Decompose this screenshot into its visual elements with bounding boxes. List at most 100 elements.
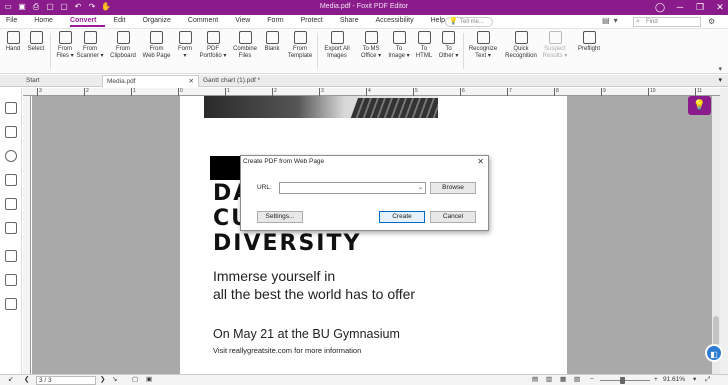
view-mode-icon[interactable]: ▧ — [574, 375, 580, 385]
menu-protect[interactable]: Protect — [301, 17, 332, 27]
close-icon[interactable]: ✕ — [477, 157, 484, 166]
blank-button[interactable]: Blank — [261, 31, 283, 53]
event-text: On May 21 at the BU Gymnasium — [213, 327, 400, 341]
hand-button[interactable]: Hand — [5, 31, 21, 53]
zoom-dropdown-icon[interactable]: ▾ — [693, 375, 696, 385]
layers-icon[interactable] — [5, 174, 17, 186]
to-html-button[interactable]: To HTML — [413, 31, 435, 60]
close-tab-icon[interactable]: ✕ — [189, 76, 194, 88]
tagline-line-2: all the best the world has to offer — [213, 286, 416, 302]
menu-share[interactable]: Share — [340, 17, 368, 27]
zoom-slider-knob[interactable] — [620, 377, 625, 384]
zoom-level[interactable]: 91.61% — [663, 375, 685, 385]
ribbon-button-label: To — [420, 46, 428, 52]
to-other-icon — [442, 31, 455, 44]
menu-file[interactable]: File — [6, 17, 26, 27]
chevron-down-icon[interactable]: ⌄ — [418, 183, 423, 193]
last-page-icon[interactable]: ↘ — [112, 375, 117, 385]
destinations-icon[interactable] — [5, 250, 17, 262]
menu-edit[interactable]: Edit — [113, 17, 134, 27]
assistant-lightbulb-icon[interactable]: 💡 — [688, 96, 711, 115]
restore-icon[interactable]: ❐ — [694, 1, 706, 13]
fullscreen-icon[interactable]: ⤢ — [705, 375, 710, 385]
single-page-icon[interactable]: ▢ — [132, 375, 138, 385]
view-mode-icon[interactable]: ▦ — [560, 375, 566, 385]
find-placeholder: Find — [646, 19, 658, 25]
vertical-scrollbar[interactable] — [712, 96, 720, 374]
to-other-button[interactable]: To Other ▾ — [436, 31, 461, 60]
suspect-results-button[interactable]: Suspect Results ▾ — [540, 31, 570, 60]
form-button[interactable]: Form ▾ — [175, 31, 195, 60]
to-image-button[interactable]: To Image ▾ — [386, 31, 412, 60]
hand-icon — [6, 31, 20, 44]
to-ms-office-button[interactable]: To MS Office ▾ — [358, 31, 384, 60]
pdf-page[interactable]: DA CU DIVERSITY Immerse yourself in all … — [180, 96, 567, 374]
cancel-button[interactable]: Cancel — [430, 211, 476, 223]
layout-icon[interactable]: ▤ — [602, 16, 610, 25]
view-mode-icon[interactable]: ▤ — [532, 375, 538, 385]
tags-icon[interactable] — [5, 298, 17, 310]
tab-gantt-chart[interactable]: Gantt chart (1).pdf * — [199, 75, 289, 87]
export-all-images-button[interactable]: Export All Images — [320, 31, 354, 60]
ribbon-button-label: To MS — [362, 46, 380, 52]
settings-button[interactable]: Settings... — [257, 211, 303, 223]
zoom-out-icon[interactable]: − — [590, 375, 594, 385]
url-input[interactable]: ⌄ — [279, 182, 426, 194]
left-navigation-panel — [0, 88, 22, 374]
gear-icon[interactable]: ⚙ — [708, 17, 715, 26]
right-rail — [720, 88, 728, 374]
from-files-button[interactable]: From Files ▾ — [54, 31, 76, 60]
dialog-title: Create PDF from Web Page — [243, 158, 325, 165]
black-block — [210, 156, 244, 180]
first-page-icon[interactable]: ↙ — [8, 375, 13, 385]
chevron-down-icon[interactable]: ▾ — [614, 16, 618, 25]
pages-icon[interactable] — [5, 126, 17, 138]
chat-icon[interactable]: ◧ — [705, 344, 723, 362]
from-template-button[interactable]: From Template — [285, 31, 315, 60]
two-page-icon[interactable]: ▣ — [146, 375, 152, 385]
recognize-text-button[interactable]: Recognize Text ▾ — [466, 31, 500, 60]
page-number-input[interactable]: 3 / 3 — [36, 376, 96, 385]
find-input[interactable]: ⌕ Find — [633, 17, 701, 27]
from-clipboard-button[interactable]: From Clipboard — [108, 31, 138, 60]
document-canvas[interactable]: DA CU DIVERSITY Immerse yourself in all … — [32, 96, 712, 374]
quick-recognition-button[interactable]: Quick Recognition — [502, 31, 540, 60]
menu-right-tools: ▤ ▾ — [602, 16, 618, 25]
select-button[interactable]: Select — [25, 31, 47, 53]
user-icon[interactable]: ◯ — [654, 1, 666, 13]
next-page-icon[interactable]: ❯ — [100, 375, 105, 385]
menu-home[interactable]: Home — [34, 17, 62, 27]
pdf-portfolio-button[interactable]: PDF Portfolio ▾ — [197, 31, 229, 60]
zoom-slider[interactable] — [600, 380, 650, 381]
from-web-page-button[interactable]: From Web Page — [140, 31, 173, 60]
tabs-dropdown-icon[interactable]: ▾ — [718, 75, 722, 87]
menu-form[interactable]: Form — [267, 17, 292, 27]
signature-icon[interactable] — [5, 222, 17, 234]
menu-comment[interactable]: Comment — [188, 17, 227, 27]
close-icon[interactable]: ✕ — [714, 1, 726, 13]
from-scanner-button[interactable]: From Scanner ▾ — [76, 31, 104, 60]
scrollbar-thumb[interactable] — [713, 316, 719, 346]
tab-start[interactable]: Start — [22, 75, 102, 87]
ribbon-button-label: Hand — [5, 46, 21, 52]
menu-convert[interactable]: Convert — [69, 17, 106, 27]
menu-organize[interactable]: Organize — [142, 17, 179, 27]
create-button[interactable]: Create — [379, 211, 425, 223]
ribbon-separator — [50, 33, 51, 69]
comments-icon[interactable] — [5, 150, 17, 162]
browse-button[interactable]: Browse — [430, 182, 476, 194]
view-mode-icon[interactable]: ▥ — [546, 375, 552, 385]
tab-media-pdf[interactable]: Media.pdf ✕ — [102, 75, 199, 87]
menu-view[interactable]: View — [235, 17, 259, 27]
preflight-button[interactable]: Preflight — [574, 31, 604, 53]
tell-me-search[interactable]: 💡 Tell me... — [445, 17, 493, 27]
attachments-icon[interactable] — [5, 198, 17, 210]
bookmark-icon[interactable] — [5, 102, 17, 114]
menu-accessibility[interactable]: Accessibility — [376, 17, 423, 27]
combine-files-button[interactable]: Combine Files — [231, 31, 259, 60]
ribbon-collapse-icon[interactable]: ▾ — [718, 65, 722, 73]
content-icon[interactable] — [5, 274, 17, 286]
zoom-in-icon[interactable]: + — [654, 375, 658, 385]
minimize-icon[interactable]: ─ — [674, 1, 686, 13]
previous-page-icon[interactable]: ❮ — [24, 375, 29, 385]
